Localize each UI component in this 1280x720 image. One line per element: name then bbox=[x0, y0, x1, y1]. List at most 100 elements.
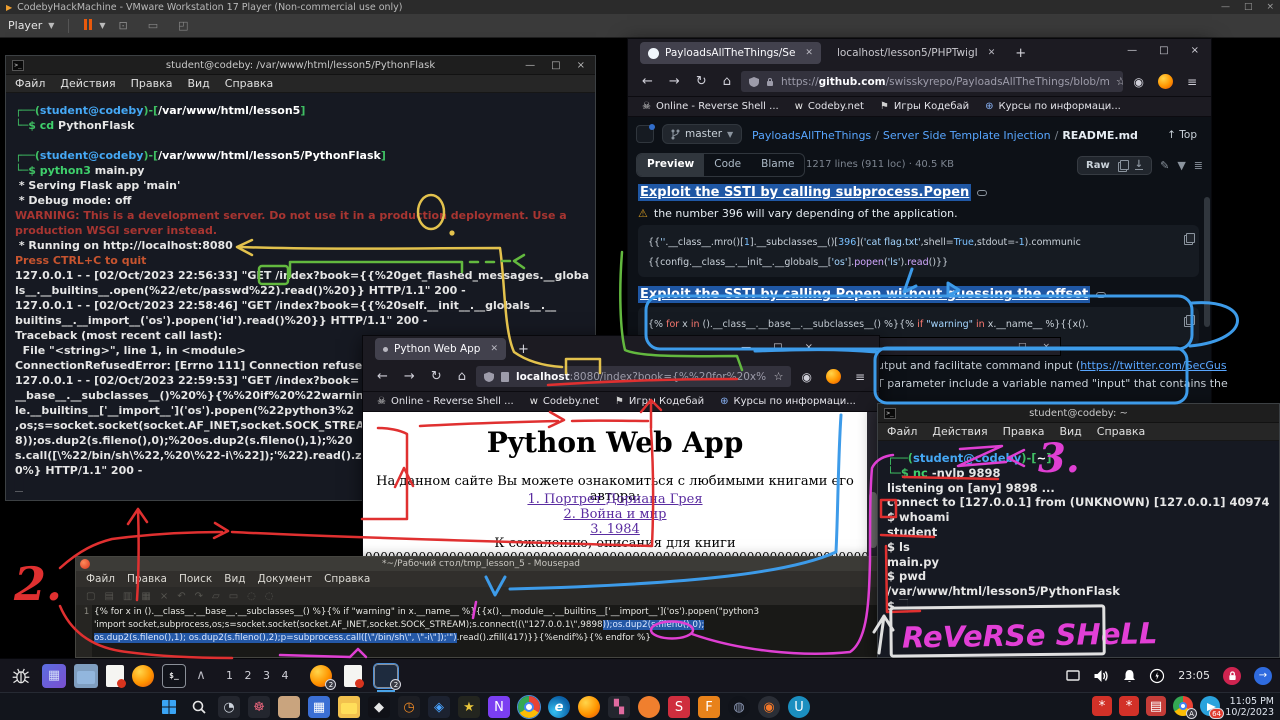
back-to-top-link[interactable]: ↑ Top bbox=[1167, 129, 1197, 141]
save-as-icon[interactable]: ▦ bbox=[141, 591, 150, 602]
copy-icon[interactable] bbox=[1184, 233, 1193, 243]
tab-preview[interactable]: Preview bbox=[637, 154, 704, 176]
telegram-icon[interactable]: 64 bbox=[1200, 696, 1220, 716]
raw-button-group[interactable]: Raw↓ bbox=[1077, 156, 1152, 175]
find-icon[interactable]: ◌ bbox=[247, 591, 256, 602]
clock-app-icon[interactable]: ◷ bbox=[398, 696, 420, 718]
maximize-button[interactable]: □ bbox=[551, 60, 560, 71]
file-manager-icon[interactable] bbox=[74, 664, 98, 688]
menu-item[interactable]: Действия bbox=[932, 425, 987, 438]
tab-blame[interactable]: Blame bbox=[751, 154, 804, 176]
twitter-link[interactable]: https://twitter.com/SecGus bbox=[1080, 359, 1226, 372]
scrollbar-thumb[interactable] bbox=[1204, 197, 1210, 327]
home-button[interactable]: ⌂ bbox=[717, 74, 737, 89]
edit-pencil-icon[interactable]: ✎ bbox=[1160, 159, 1169, 172]
player-menu-caret[interactable]: ▼ bbox=[48, 21, 54, 30]
bookmark-igry-codebay[interactable]: ⚑Игры Кодебай bbox=[615, 396, 704, 407]
save-icon[interactable]: ▥ bbox=[123, 591, 132, 602]
host-clock[interactable]: 11:05 PM 10/2/2023 bbox=[1225, 696, 1274, 718]
vmware-minimize-button[interactable]: — bbox=[1221, 2, 1230, 12]
redo-icon[interactable]: ↷ bbox=[195, 591, 203, 602]
cut-icon[interactable]: ▱ bbox=[212, 591, 220, 602]
u-app-icon[interactable]: U bbox=[788, 696, 810, 718]
menu-item[interactable]: Файл bbox=[887, 425, 917, 438]
red-tool-2-icon[interactable]: * bbox=[1119, 696, 1139, 716]
mousepad-titlebar[interactable]: *~/Рабочий стол/tmp_lesson_5 - Mousepad bbox=[76, 557, 886, 571]
close-button[interactable]: × bbox=[1191, 45, 1199, 56]
carrot-icon[interactable] bbox=[638, 696, 660, 718]
menu-item[interactable]: Правка bbox=[131, 77, 173, 90]
suspend-button[interactable] bbox=[83, 19, 93, 33]
tab-close-icon[interactable]: ✕ bbox=[988, 48, 996, 58]
menu-item[interactable]: Правка bbox=[127, 573, 167, 585]
player-menu[interactable]: Player bbox=[8, 19, 42, 32]
suspend-caret[interactable]: ▼ bbox=[99, 21, 105, 30]
bookmark-online-reverse-shell[interactable]: ☠Online - Reverse Shell ... bbox=[642, 101, 779, 112]
bookmark-star-icon[interactable]: ☆ bbox=[774, 370, 784, 383]
forward-button[interactable]: → bbox=[663, 74, 686, 89]
pocket-icon[interactable]: ◉ bbox=[1133, 75, 1143, 89]
replace-icon[interactable]: ◌ bbox=[265, 591, 274, 602]
home-button[interactable]: ⌂ bbox=[452, 369, 472, 384]
fullscreen-icon[interactable]: ▭ bbox=[148, 19, 158, 32]
terminal-titlebar[interactable]: >_ student@codeby: /var/www/html/lesson5… bbox=[6, 56, 595, 75]
red-tool-1-icon[interactable]: * bbox=[1092, 696, 1112, 716]
davinci-icon[interactable]: ▚ bbox=[608, 696, 630, 718]
firefox-launcher-icon[interactable] bbox=[132, 665, 154, 687]
new-tab-button[interactable]: + bbox=[518, 342, 529, 357]
bookmark-codeby-net[interactable]: wCodeby.net bbox=[530, 396, 599, 407]
maximize-button[interactable]: □ bbox=[1018, 342, 1027, 352]
vm-clock[interactable]: 23:05 bbox=[1178, 669, 1210, 682]
power-status-icon[interactable] bbox=[1149, 668, 1165, 684]
tab-code[interactable]: Code bbox=[704, 154, 751, 176]
back-button[interactable]: ← bbox=[636, 74, 659, 89]
close-file-icon[interactable]: × bbox=[160, 591, 168, 602]
menu-item[interactable]: Справка bbox=[324, 573, 370, 585]
tab-payloadsallthethings[interactable]: PayloadsAllTheThings/Se ✕ bbox=[640, 42, 821, 64]
codeby-beetle-logo-icon[interactable] bbox=[8, 664, 34, 688]
terminal-window-icon[interactable]: 2 bbox=[374, 664, 398, 688]
firefox-account-icon[interactable] bbox=[1158, 74, 1173, 89]
updates-icon[interactable]: → bbox=[1254, 667, 1272, 685]
terminal-titlebar[interactable]: >_ student@codeby: ~ bbox=[878, 404, 1279, 423]
menu-item[interactable]: Вид bbox=[1059, 425, 1081, 438]
bookmark-codeby-net[interactable]: wCodeby.net bbox=[795, 101, 864, 112]
book-link-2[interactable]: 2. Война и мир bbox=[363, 507, 867, 522]
new-tab-button[interactable]: + bbox=[1015, 46, 1026, 61]
menu-item[interactable]: Документ bbox=[258, 573, 313, 585]
tab-close-icon[interactable]: ✕ bbox=[805, 48, 813, 58]
firefox-window-icon[interactable]: 2 bbox=[310, 665, 332, 687]
vmware-close-button[interactable]: × bbox=[1266, 2, 1274, 12]
onenote-icon[interactable]: N bbox=[488, 696, 510, 718]
blender-icon[interactable]: ◉ bbox=[758, 696, 780, 718]
window-list-icon[interactable] bbox=[1066, 670, 1080, 681]
back-button[interactable]: ← bbox=[371, 369, 394, 384]
download-icon[interactable]: ↓ bbox=[1135, 160, 1143, 170]
workspace-switcher[interactable]: 1 2 3 4 bbox=[226, 669, 292, 682]
chrome-icon[interactable] bbox=[518, 696, 540, 718]
minimize-button[interactable]: — bbox=[993, 342, 1002, 352]
undo-icon[interactable]: ↶ bbox=[177, 591, 185, 602]
notification-bell-icon[interactable] bbox=[1123, 669, 1136, 683]
firefox-account-icon[interactable] bbox=[826, 369, 841, 384]
url-bar[interactable]: localhost:8080/index?book={%%20for%20x% … bbox=[476, 366, 791, 387]
breadcrumb-folder[interactable]: Server Side Template Injection bbox=[883, 129, 1051, 142]
editor-text[interactable]: {% for x in ().__class__.__base__.__subc… bbox=[92, 605, 886, 657]
code-block-1[interactable]: {{''.__class__.mro()[1].__subclasses__()… bbox=[638, 225, 1199, 277]
search-icon[interactable] bbox=[188, 696, 210, 718]
forward-button[interactable]: → bbox=[398, 369, 421, 384]
sphere-icon[interactable]: ◍ bbox=[728, 696, 750, 718]
book-link-3[interactable]: 3. 1984 bbox=[363, 522, 867, 537]
bookmark-online-reverse-shell[interactable]: ☠Online - Reverse Shell ... bbox=[377, 396, 514, 407]
open-icon[interactable]: ▤ bbox=[104, 591, 113, 602]
mousepad-window-icon[interactable] bbox=[344, 665, 362, 687]
menu-icon[interactable]: ≡ bbox=[855, 370, 865, 384]
tab-python-web-app[interactable]: Python Web App ✕ bbox=[375, 338, 506, 360]
menu-item[interactable]: Поиск bbox=[179, 573, 212, 585]
minimize-button[interactable]: — bbox=[525, 60, 535, 71]
maximize-button[interactable]: □ bbox=[1159, 45, 1168, 56]
f-app-icon[interactable]: F bbox=[698, 696, 720, 718]
volume-icon[interactable] bbox=[1093, 669, 1110, 683]
close-button[interactable]: × bbox=[805, 342, 813, 353]
menu-item[interactable]: Файл bbox=[86, 573, 115, 585]
